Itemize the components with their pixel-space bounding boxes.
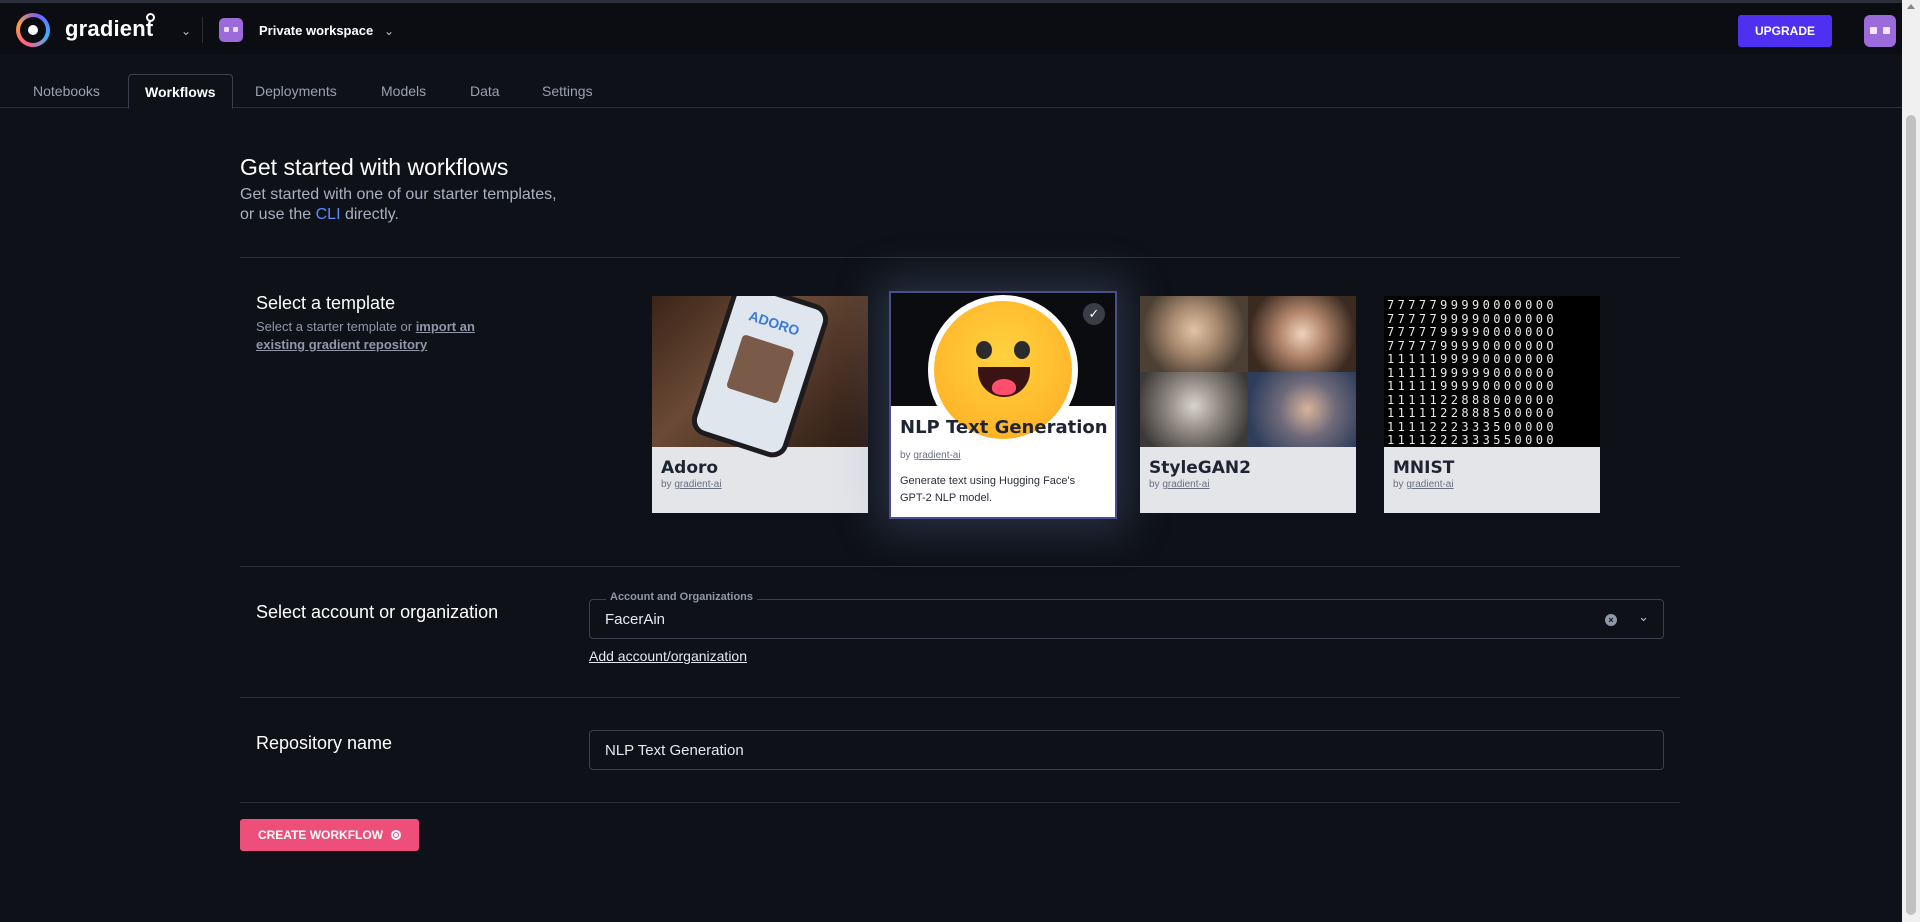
tab-deployments[interactable]: Deployments xyxy=(239,74,353,108)
scroll-thumb[interactable] xyxy=(1906,115,1916,915)
template-description: Generate text using Hugging Face's GPT-2… xyxy=(900,475,1076,504)
mnist-digits-image: 7777799990000000 7777799990000000 777779… xyxy=(1384,296,1600,447)
template-card-mnist[interactable]: 7777799990000000 7777799990000000 777779… xyxy=(1384,296,1600,513)
divider xyxy=(240,697,1680,698)
template-name: NLP Text Generation xyxy=(900,417,1108,438)
account-select[interactable]: Account and Organizations FacerAin × ⌄ xyxy=(589,591,1664,639)
subtitle-line2-post: directly. xyxy=(340,206,399,223)
tab-models[interactable]: Models xyxy=(365,74,442,108)
template-card-adoro[interactable]: ADORO Adoro by gradient-ai xyxy=(652,296,868,513)
author-link[interactable]: gradient-ai xyxy=(1162,479,1209,490)
check-icon: ✓ xyxy=(1083,303,1105,325)
stylegan-image xyxy=(1140,296,1356,447)
repository-name-value: NLP Text Generation xyxy=(605,742,744,759)
tongue xyxy=(992,379,1016,395)
template-card-nlp-text-generation[interactable]: ✓ NLP Text Generation by gradient-ai Gen… xyxy=(889,291,1117,519)
template-author: by gradient-ai xyxy=(1393,479,1454,490)
portrait xyxy=(1248,296,1356,372)
template-name: MNIST xyxy=(1393,458,1455,478)
author-link[interactable]: gradient-ai xyxy=(913,450,960,461)
adoro-image: ADORO xyxy=(652,296,868,462)
account-field-legend: Account and Organizations xyxy=(606,591,758,603)
divider xyxy=(202,17,203,43)
mouth xyxy=(978,367,1030,397)
cli-link[interactable]: CLI xyxy=(316,206,341,223)
repository-name-input[interactable]: NLP Text Generation xyxy=(589,730,1664,770)
by-prefix: by xyxy=(1149,479,1163,490)
eye xyxy=(976,341,992,359)
divider xyxy=(240,802,1680,803)
brand-dot-icon xyxy=(146,13,155,22)
phone-illustration: ADORO xyxy=(687,296,833,462)
select-template-label: Select a template xyxy=(256,293,396,313)
tab-workflows[interactable]: Workflows xyxy=(128,74,233,109)
template-name: Adoro xyxy=(661,458,719,478)
gradient-logo-icon[interactable] xyxy=(16,13,50,47)
select-template-hint: Select a starter template or import an e… xyxy=(256,318,526,354)
chevron-down-icon[interactable]: ⌄ xyxy=(1638,609,1649,625)
subtitle-line1: Get started with one of our starter temp… xyxy=(240,186,557,203)
portrait xyxy=(1140,371,1248,447)
workspace-name[interactable]: Private workspace xyxy=(259,23,373,38)
by-prefix: by xyxy=(661,479,675,490)
page-subtitle: Get started with one of our starter temp… xyxy=(240,185,600,225)
scrollbar[interactable] xyxy=(1902,0,1920,922)
clear-icon[interactable]: × xyxy=(1605,614,1617,626)
upgrade-button[interactable]: UPGRADE xyxy=(1738,15,1832,47)
eye xyxy=(1014,341,1030,359)
portrait xyxy=(1140,296,1248,372)
account-select-value: FacerAin xyxy=(605,611,666,628)
template-card-stylegan2[interactable]: StyleGAN2 by gradient-ai xyxy=(1140,296,1356,513)
scroll-up-icon[interactable] xyxy=(1907,4,1915,9)
template-author: by gradient-ai xyxy=(661,479,722,490)
page-title: Get started with workflows xyxy=(240,154,509,180)
subtitle-line2-pre: or use the xyxy=(240,206,316,223)
tab-notebooks[interactable]: Notebooks xyxy=(17,74,116,108)
template-author: by gradient-ai xyxy=(900,450,961,461)
author-link[interactable]: gradient-ai xyxy=(1406,479,1453,490)
portrait xyxy=(1248,371,1356,447)
select-template-hint-text: Select a starter template or xyxy=(256,319,416,334)
select-account-label: Select account or organization xyxy=(256,602,499,622)
by-prefix: by xyxy=(1393,479,1407,490)
phone-photo xyxy=(725,334,795,405)
template-name: StyleGAN2 xyxy=(1149,458,1251,478)
create-workflow-label: CREATE WORKFLOW xyxy=(257,828,384,842)
create-workflow-button[interactable]: CREATE WORKFLOW xyxy=(240,819,419,851)
divider xyxy=(240,566,1680,567)
template-author: by gradient-ai xyxy=(1149,479,1210,490)
plus-circle-icon xyxy=(391,830,402,840)
tab-data[interactable]: Data xyxy=(454,74,516,108)
hugging-face-image: ✓ xyxy=(891,293,1115,445)
by-prefix: by xyxy=(900,450,914,461)
workspace-chevron-down-icon[interactable]: ⌄ xyxy=(384,24,394,38)
chevron-down-icon[interactable]: ⌄ xyxy=(181,24,191,38)
repository-name-label: Repository name xyxy=(256,733,393,753)
add-account-link[interactable]: Add account/organization xyxy=(589,648,747,664)
workspace-avatar-icon[interactable] xyxy=(219,18,243,42)
divider xyxy=(240,257,1680,258)
brand-name[interactable]: gradient xyxy=(65,16,153,42)
phone-caption: ADORO xyxy=(746,307,802,339)
user-avatar[interactable] xyxy=(1864,15,1896,47)
tab-settings[interactable]: Settings xyxy=(526,74,609,108)
author-link[interactable]: gradient-ai xyxy=(674,479,721,490)
tab-bar: Notebooks Workflows Deployments Models D… xyxy=(0,54,1902,109)
top-bar: gradient ⌄ Private workspace ⌄ UPGRADE xyxy=(0,0,1902,54)
